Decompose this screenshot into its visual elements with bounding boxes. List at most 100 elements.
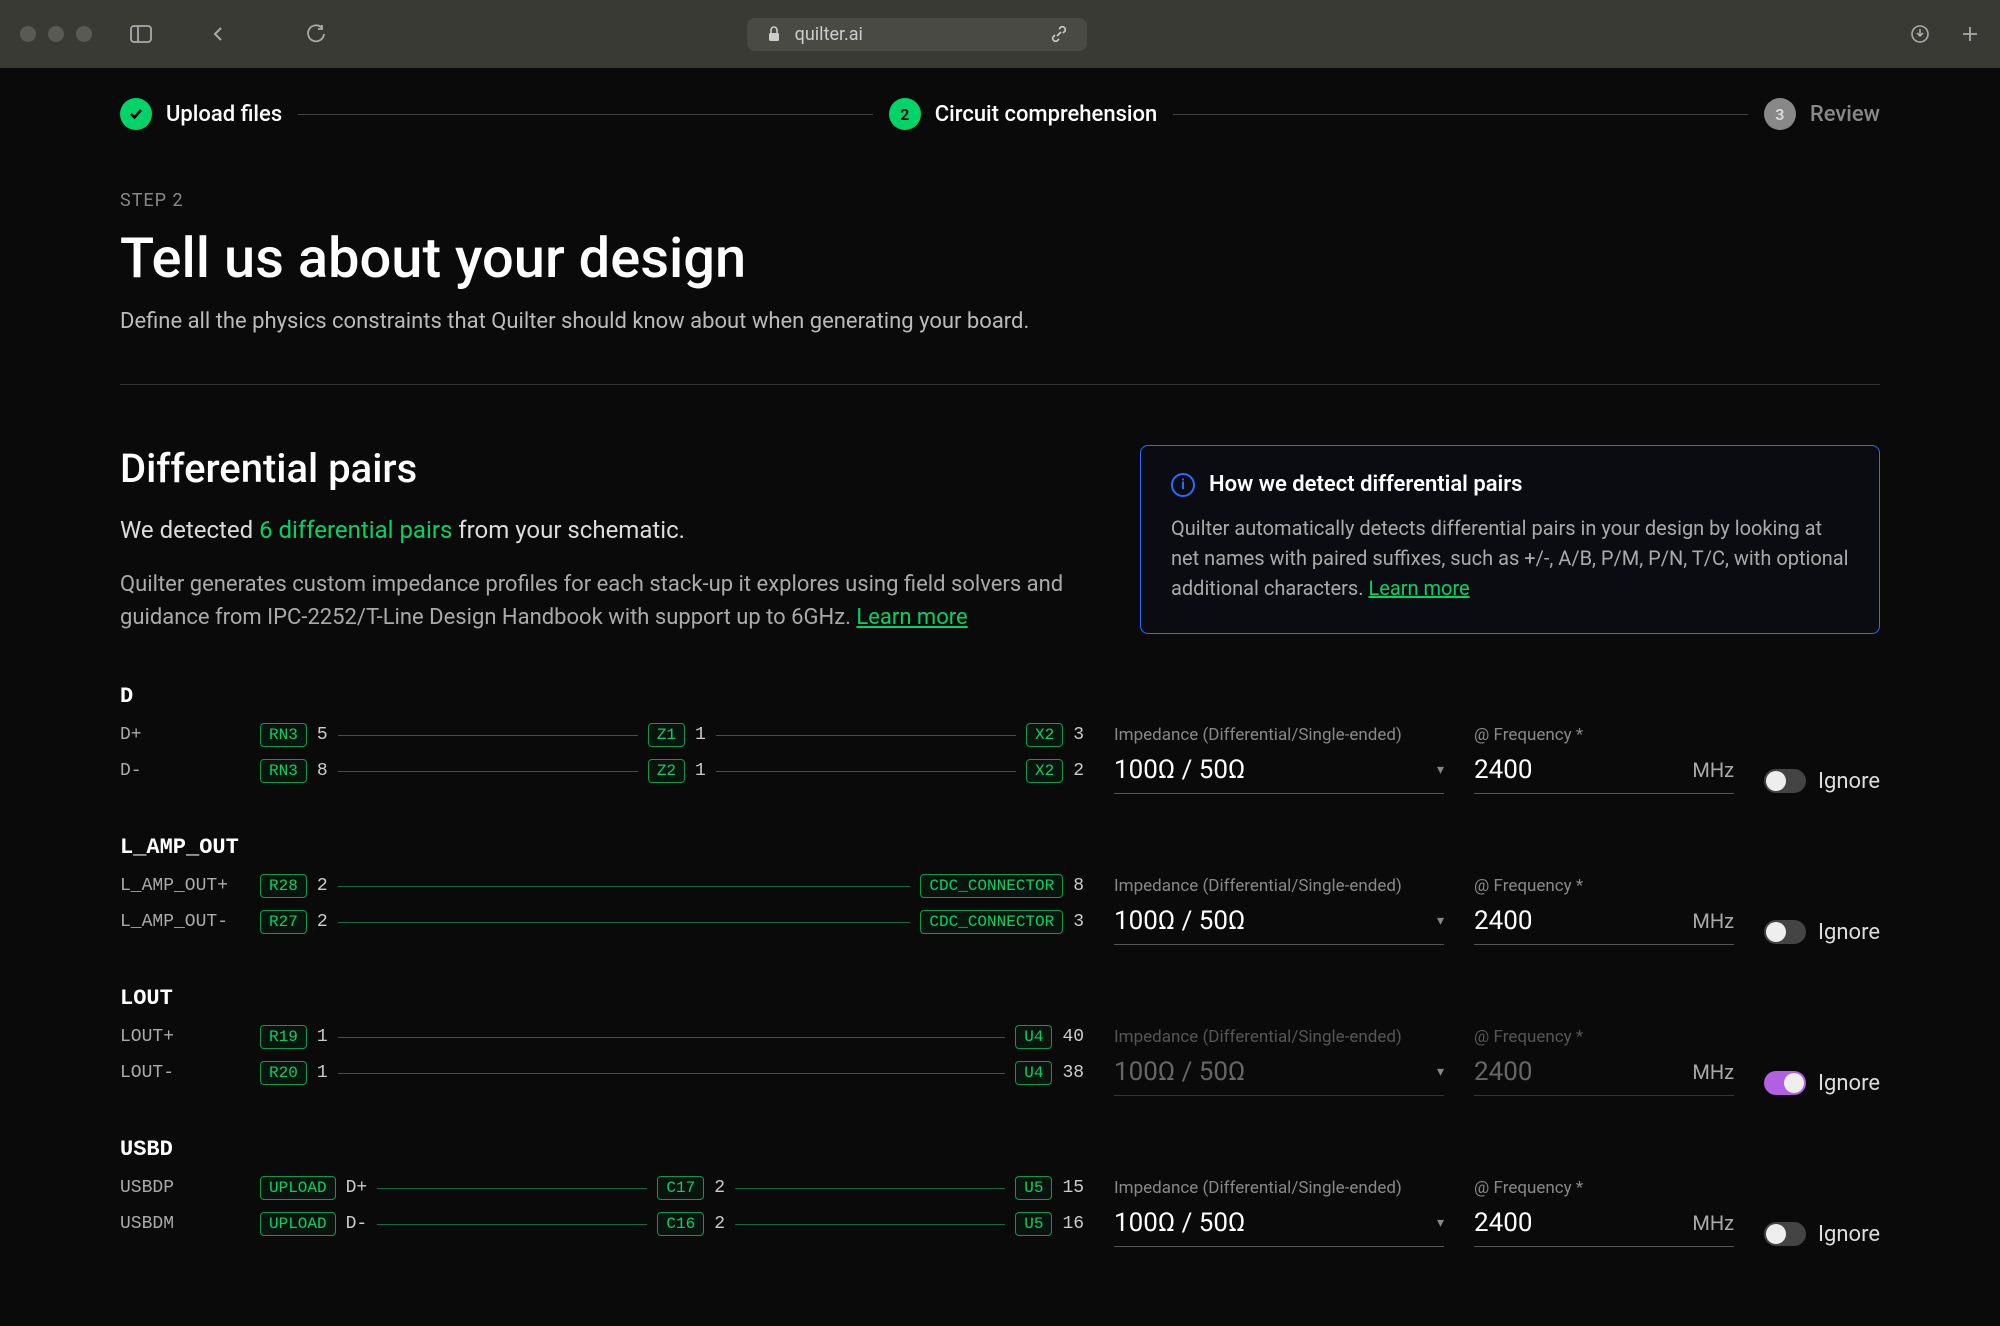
component-chip: UPLOAD	[260, 1212, 336, 1236]
component-chip: U4	[1015, 1061, 1052, 1085]
field-label: Impedance (Differential/Single-ended)	[1114, 725, 1444, 745]
pin-number: 40	[1062, 1027, 1084, 1047]
new-tab-icon[interactable]	[1960, 24, 1980, 44]
component-chip: UPLOAD	[260, 1176, 336, 1200]
trace-line	[716, 771, 1016, 772]
frequency-unit: MHz	[1692, 1060, 1734, 1084]
component-chip: X2	[1026, 759, 1063, 783]
download-icon[interactable]	[1910, 24, 1930, 44]
pair-name: L_AMP_OUT	[120, 835, 1880, 860]
detection-summary: We detected 6 differential pairs from yo…	[120, 516, 1090, 544]
chevron-down-icon: ▾	[1437, 762, 1444, 778]
toggle-knob	[1766, 771, 1786, 791]
pin-number: 1	[695, 725, 706, 745]
frequency-input[interactable]: @ Frequency *2400MHz	[1474, 1178, 1734, 1247]
info-body: Quilter automatically detects differenti…	[1171, 513, 1849, 603]
pin-number: 8	[1073, 876, 1084, 896]
maximize-window[interactable]	[76, 26, 92, 42]
ignore-toggle[interactable]: Ignore	[1764, 1222, 1880, 1247]
section-description: Quilter generates custom impedance profi…	[120, 568, 1090, 634]
ignore-toggle[interactable]: Ignore	[1764, 1071, 1880, 1096]
pair-name: LOUT	[120, 986, 1880, 1011]
page-subtitle: Define all the physics constraints that …	[120, 309, 1880, 334]
ignore-toggle[interactable]: Ignore	[1764, 920, 1880, 945]
step-label: Circuit comprehension	[935, 102, 1157, 127]
pin-number: 2	[317, 876, 328, 896]
info-icon: i	[1171, 473, 1195, 497]
ignore-toggle[interactable]: Ignore	[1764, 769, 1880, 794]
step-eyebrow: STEP 2	[120, 190, 1880, 211]
component-chip: CDC_CONNECTOR	[920, 874, 1063, 898]
net-line: USBDMUPLOADD-C162U516	[120, 1212, 1084, 1236]
step-number: 2	[889, 98, 921, 130]
address-bar[interactable]: quilter.ai	[747, 18, 1087, 51]
component-chip: X2	[1026, 723, 1063, 747]
pin-number: 16	[1062, 1214, 1084, 1234]
pin-number: 1	[317, 1063, 328, 1083]
frequency-unit: MHz	[1692, 758, 1734, 782]
frequency-value: 2400	[1474, 1208, 1532, 1238]
toggle-track	[1764, 1222, 1806, 1246]
link-icon	[1051, 26, 1067, 42]
net-label: LOUT+	[120, 1027, 250, 1047]
trace-line	[338, 922, 911, 923]
step-review[interactable]: 3 Review	[1764, 98, 1880, 130]
ignore-label: Ignore	[1818, 1222, 1880, 1247]
component-chip: Z1	[648, 723, 685, 747]
impedance-value: 100Ω / 50Ω	[1114, 1057, 1245, 1087]
step-number: 3	[1764, 98, 1796, 130]
minimize-window[interactable]	[48, 26, 64, 42]
component-chip: U4	[1015, 1025, 1052, 1049]
learn-more-link[interactable]: Learn more	[1368, 576, 1469, 600]
trace-line	[735, 1188, 1005, 1189]
net-label: USBDP	[120, 1178, 250, 1198]
net-label: D-	[120, 761, 250, 781]
impedance-value: 100Ω / 50Ω	[1114, 1208, 1245, 1238]
trace-line	[338, 1073, 1006, 1074]
chevron-down-icon: ▾	[1437, 913, 1444, 929]
impedance-value: 100Ω / 50Ω	[1114, 755, 1245, 785]
component-chip: U5	[1015, 1176, 1052, 1200]
pin-number: 2	[714, 1214, 725, 1234]
field-label: Impedance (Differential/Single-ended)	[1114, 1027, 1444, 1047]
toggle-knob	[1766, 922, 1786, 942]
pair-name: D	[120, 684, 1880, 709]
pin-number: 1	[695, 761, 706, 781]
pair-group: DD+RN35Z11X23D-RN38Z21X22Impedance (Diff…	[120, 684, 1880, 795]
net-label: LOUT-	[120, 1063, 250, 1083]
pair-name: USBD	[120, 1137, 1880, 1162]
trace-line	[377, 1188, 647, 1189]
trace-line	[716, 735, 1016, 736]
frequency-value: 2400	[1474, 755, 1532, 785]
pin-number: 38	[1062, 1063, 1084, 1083]
net-line: L_AMP_OUT-R272CDC_CONNECTOR3	[120, 910, 1084, 934]
frequency-input[interactable]: @ Frequency *2400MHz	[1474, 876, 1734, 945]
toggle-track	[1764, 1071, 1806, 1095]
impedance-select[interactable]: Impedance (Differential/Single-ended)100…	[1114, 1178, 1444, 1247]
step-upload[interactable]: Upload files	[120, 98, 282, 130]
net-label: L_AMP_OUT-	[120, 912, 250, 932]
impedance-value: 100Ω / 50Ω	[1114, 906, 1245, 936]
component-chip: R28	[260, 874, 307, 898]
page-title: Tell us about your design	[120, 225, 1880, 291]
learn-more-link[interactable]: Learn more	[856, 605, 967, 630]
step-connector	[298, 114, 873, 115]
toggle-track	[1764, 920, 1806, 944]
divider	[120, 384, 1880, 385]
step-connector	[1173, 114, 1748, 115]
back-button[interactable]	[210, 25, 228, 43]
pin-number: 5	[317, 725, 328, 745]
reload-button[interactable]	[306, 24, 326, 44]
impedance-select[interactable]: Impedance (Differential/Single-ended) 100…	[1114, 725, 1444, 794]
impedance-select[interactable]: Impedance (Differential/Single-ended)100…	[1114, 876, 1444, 945]
sidebar-toggle-icon[interactable]	[130, 25, 152, 43]
frequency-unit: MHz	[1692, 909, 1734, 933]
component-chip: RN3	[260, 759, 307, 783]
step-circuit[interactable]: 2 Circuit comprehension	[889, 98, 1157, 130]
net-label: L_AMP_OUT+	[120, 876, 250, 896]
frequency-input[interactable]: @ Frequency *2400MHz	[1474, 725, 1734, 794]
info-callout: i How we detect differential pairs Quilt…	[1140, 445, 1880, 634]
progress-stepper: Upload files 2 Circuit comprehension 3 R…	[120, 98, 1880, 130]
close-window[interactable]	[20, 26, 36, 42]
section-title: Differential pairs	[120, 445, 1090, 492]
